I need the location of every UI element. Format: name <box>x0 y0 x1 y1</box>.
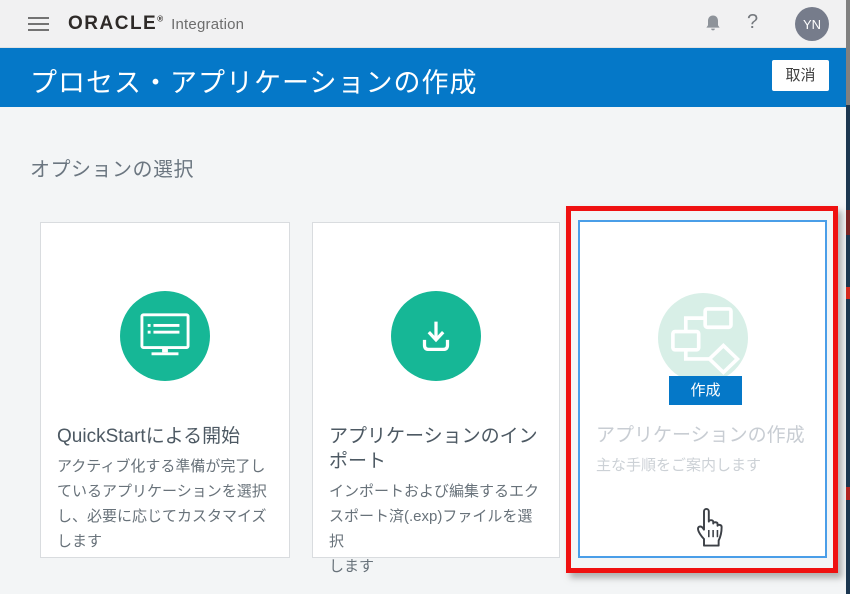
help-button[interactable]: ? <box>747 11 758 34</box>
card-create-text: アプリケーションの作成 主な手順をご案内します <box>596 423 812 478</box>
brand: ORACLE® Integration <box>68 13 244 35</box>
import-icon-circle <box>391 291 481 381</box>
hamburger-menu-icon[interactable] <box>28 17 49 31</box>
card-import[interactable]: アプリケーションのイン ポート インポートおよび編集するエク スポート済(.ex… <box>312 222 560 558</box>
page-header: プロセス・アプリケーションの作成 取消 <box>0 48 850 107</box>
section-title: オプションの選択 <box>30 153 194 182</box>
flowchart-icon <box>660 295 746 381</box>
quickstart-icon-circle <box>120 291 210 381</box>
page: ORACLE® Integration ? YN プロセス・アプリケーションの作… <box>0 0 850 594</box>
product-name: Integration <box>171 16 244 33</box>
user-avatar[interactable]: YN <box>795 7 829 41</box>
create-button[interactable]: 作成 <box>669 376 742 405</box>
card-create[interactable]: 作成 アプリケーションの作成 主な手順をご案内します <box>578 220 827 558</box>
create-icon-circle <box>658 293 748 383</box>
page-title: プロセス・アプリケーションの作成 <box>30 61 477 100</box>
card-quickstart-text: QuickStartによる開始 アクティブ化する準備が完了し ているアプリケーシ… <box>57 424 273 554</box>
card-import-title: アプリケーションのイン ポート <box>329 424 545 474</box>
monitor-list-icon <box>138 311 192 361</box>
card-import-text: アプリケーションのイン ポート インポートおよび編集するエク スポート済(.ex… <box>329 424 545 579</box>
card-create-title: アプリケーションの作成 <box>596 423 812 448</box>
card-quickstart[interactable]: QuickStartによる開始 アクティブ化する準備が完了し ているアプリケーシ… <box>40 222 290 558</box>
download-icon <box>413 313 459 359</box>
card-quickstart-title: QuickStartによる開始 <box>57 424 273 449</box>
card-create-description: 主な手順をご案内します <box>596 453 812 478</box>
card-quickstart-description: アクティブ化する準備が完了し ているアプリケーションを選択 し、必要に応じてカス… <box>57 454 273 554</box>
cancel-button[interactable]: 取消 <box>772 60 829 91</box>
registered-mark-icon: ® <box>157 15 163 24</box>
topbar: ORACLE® Integration ? YN <box>0 0 850 48</box>
oracle-logo: ORACLE® <box>68 13 163 35</box>
card-import-description: インポートおよび編集するエク スポート済(.exp)ファイルを選択 します <box>329 479 545 579</box>
notifications-bell-icon[interactable] <box>703 14 723 34</box>
